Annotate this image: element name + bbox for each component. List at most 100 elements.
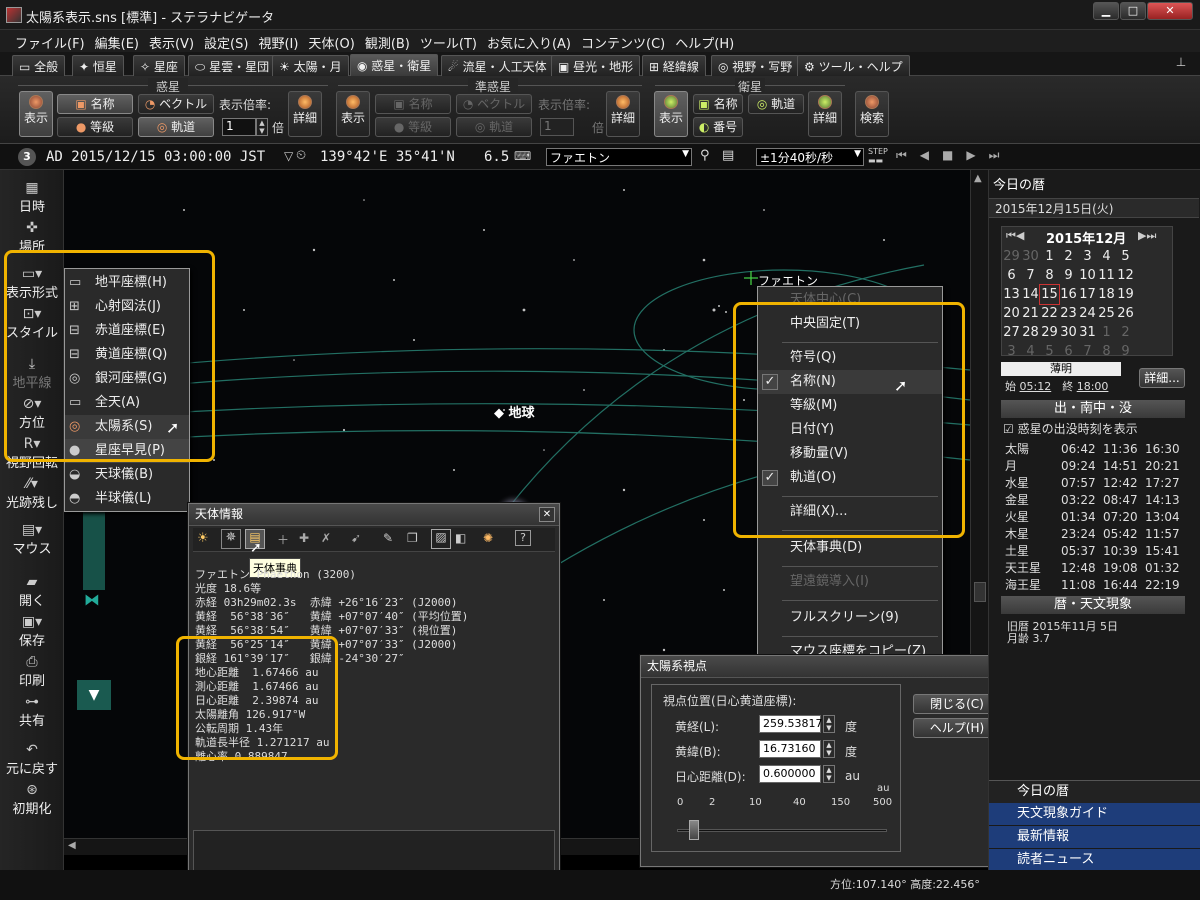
menu-favorites[interactable]: お気に入り(A) xyxy=(482,30,576,52)
calendar-day[interactable]: 3 xyxy=(1078,247,1097,266)
calendar-day[interactable]: 16 xyxy=(1059,285,1078,304)
planet-magnitude-toggle[interactable]: ● 等級 xyxy=(57,117,133,137)
slider-down-button[interactable]: ▼ xyxy=(77,680,111,710)
pointer-icon[interactable]: ➹ xyxy=(351,531,361,545)
calendar-day[interactable]: 17 xyxy=(1078,285,1097,304)
calendar-day[interactable]: 1 xyxy=(1040,247,1059,266)
minor-magnitude-toggle[interactable]: ● 等級 xyxy=(375,117,451,137)
step-icon[interactable]: 3 xyxy=(18,148,36,166)
tab-sun-moon[interactable]: ☀ 太陽・月 xyxy=(272,55,349,76)
calendar-day[interactable]: 29 xyxy=(1040,323,1059,342)
menu-file[interactable]: ファイル(F) xyxy=(10,30,90,52)
calendar-day[interactable]: 12 xyxy=(1116,266,1135,285)
now-clock-icon[interactable]: ⏲ xyxy=(296,148,306,163)
calendar-day[interactable]: 7 xyxy=(1021,266,1040,285)
pin-icon[interactable]: ⊥ xyxy=(1172,55,1190,73)
minimize-button[interactable]: ▁ xyxy=(1093,2,1119,20)
minor-detail-button[interactable]: 詳細 xyxy=(606,91,640,137)
tab-tools-help[interactable]: ⚙ ツール・ヘルプ xyxy=(797,55,910,76)
open-tool[interactable]: ▰ 開く xyxy=(0,574,64,609)
list-icon[interactable]: ▤ xyxy=(722,148,734,163)
view-option-celestial-globe[interactable]: ◒ 天球儀(B) xyxy=(65,463,189,487)
menu-tools[interactable]: ツール(T) xyxy=(415,30,482,52)
minor-scale-input[interactable]: 1 xyxy=(540,118,574,136)
satellite-number-toggle[interactable]: ◐ 番号 xyxy=(693,117,743,137)
tab-daylight[interactable]: ▣ 昼光・地形 xyxy=(551,55,641,76)
calendar-day[interactable]: 9 xyxy=(1116,342,1135,361)
satellite-detail-button[interactable]: 詳細 xyxy=(808,91,842,137)
calendar-day[interactable]: 14 xyxy=(1021,285,1040,304)
planet-show-button[interactable]: 表示 xyxy=(19,91,53,137)
keyboard-icon[interactable]: ⌨ xyxy=(514,149,531,163)
tab-latest-news[interactable]: 最新情報 xyxy=(989,826,1200,848)
lon-spinner[interactable]: ▲ ▼ xyxy=(823,715,835,733)
calendar-day[interactable]: 9 xyxy=(1059,266,1078,285)
menu-observe[interactable]: 観測(B) xyxy=(360,30,415,52)
distance-slider-track[interactable] xyxy=(677,829,887,832)
tab-gridlines[interactable]: ⊞ 経緯線 xyxy=(642,55,706,76)
calendar-grid[interactable]: 29 30 1 2 3 4 5 6 7 8 9 10 11 12 13 14 15 16 17 18 19 20 21 22 2… xyxy=(1002,247,1135,361)
calendar-day[interactable]: 4 xyxy=(1097,247,1116,266)
print-tool[interactable]: ⎙ 印刷 xyxy=(0,654,64,689)
prev-year-icon[interactable]: ⏮◀ xyxy=(1006,229,1024,243)
calendar-day[interactable]: 30 xyxy=(1021,247,1040,266)
calendar-day[interactable]: 31 xyxy=(1078,323,1097,342)
trail-tool[interactable]: ⁄⁄▾ 光跡残し xyxy=(0,476,64,511)
search-icon-small[interactable]: ⚲ xyxy=(700,148,710,163)
undo-tool[interactable]: ↶ 元に戻す xyxy=(0,742,64,777)
menu-field[interactable]: 視野(I) xyxy=(253,30,303,52)
distance-slider-thumb[interactable] xyxy=(689,820,699,840)
view-option-hemisphere[interactable]: ◓ 半球儀(L) xyxy=(65,487,189,511)
slider-handle-icon[interactable]: ⧓ xyxy=(74,590,110,610)
calendar-day[interactable]: 28 xyxy=(1021,323,1040,342)
tab-nebulae[interactable]: ⬭ 星雲・星団 xyxy=(188,55,277,76)
calendar-day[interactable]: 7 xyxy=(1078,342,1097,361)
playback-controls[interactable]: ⏮◀■▶⏭ xyxy=(896,148,1012,163)
minor-orbit-toggle[interactable]: ◎ 軌道 xyxy=(456,117,532,137)
close-icon[interactable]: ✕ xyxy=(539,507,555,522)
calendar-day[interactable]: 27 xyxy=(1002,323,1021,342)
calendar-day[interactable]: 4 xyxy=(1021,342,1040,361)
calendar-day[interactable]: 6 xyxy=(1059,342,1078,361)
tab-reader-news[interactable]: 読者ニュース xyxy=(989,849,1200,871)
calendar-day[interactable]: 24 xyxy=(1078,304,1097,323)
calendar-day[interactable]: 20 xyxy=(1002,304,1021,323)
show-rise-set-checkbox[interactable]: ☑ 惑星の出没時刻を表示 xyxy=(1003,420,1138,437)
calendar-day[interactable]: 15 xyxy=(1039,284,1060,305)
calendar-day[interactable]: 2 xyxy=(1116,323,1135,342)
planet-orbit-toggle[interactable]: ◎ 軌道 xyxy=(138,117,214,137)
maximize-button[interactable]: □ xyxy=(1120,2,1146,20)
menu-settings[interactable]: 設定(S) xyxy=(199,30,253,52)
calendar-day[interactable]: 8 xyxy=(1040,266,1059,285)
tab-meteors[interactable]: ☄ 流星・人工天体 xyxy=(441,55,554,76)
mouse-tool[interactable]: ▤▾ マウス xyxy=(0,522,64,557)
minor-vector-toggle[interactable]: ◔ ベクトル xyxy=(456,94,532,114)
calendar-day[interactable]: 5 xyxy=(1116,247,1135,266)
tab-today-calendar[interactable]: 今日の暦 xyxy=(989,780,1200,803)
menu-edit[interactable]: 編集(E) xyxy=(90,30,144,52)
plus-icon[interactable]: ＋ xyxy=(277,531,289,548)
calendar-day[interactable]: 21 xyxy=(1021,304,1040,323)
tab-general[interactable]: ▭ 全般 xyxy=(12,55,66,76)
planet-scale-spinner[interactable]: ▲ ▼ xyxy=(256,118,268,136)
calendar-day[interactable]: 10 xyxy=(1078,266,1097,285)
calendar-day[interactable]: 22 xyxy=(1040,304,1059,323)
minor-show-button[interactable]: 表示 xyxy=(336,91,370,137)
gear-icon[interactable]: ✺ xyxy=(483,531,493,545)
search-button[interactable]: 検索 xyxy=(855,91,889,137)
menu-view[interactable]: 表示(V) xyxy=(144,30,199,52)
calendar-day[interactable]: 25 xyxy=(1097,304,1116,323)
menu-contents[interactable]: コンテンツ(C) xyxy=(576,30,670,52)
dist-input[interactable]: 0.600000 xyxy=(759,765,821,783)
satellite-show-button[interactable]: 表示 xyxy=(654,91,688,137)
calendar-day[interactable]: 5 xyxy=(1040,342,1059,361)
datetime-tool[interactable]: ▦ 日時 xyxy=(0,180,64,215)
calendar-day[interactable]: 1 xyxy=(1097,323,1116,342)
calendar-day[interactable]: 13 xyxy=(1002,285,1021,304)
calendar-day[interactable]: 3 xyxy=(1002,342,1021,361)
detail-button[interactable]: 詳細... xyxy=(1139,368,1185,388)
share-tool[interactable]: ⊶ 共有 xyxy=(0,694,64,729)
earth-label[interactable]: ◆ 地球 xyxy=(494,402,535,421)
tab-event-guide[interactable]: 天文現象ガイド xyxy=(989,803,1200,825)
reset-tool[interactable]: ⊛ 初期化 xyxy=(0,782,64,817)
